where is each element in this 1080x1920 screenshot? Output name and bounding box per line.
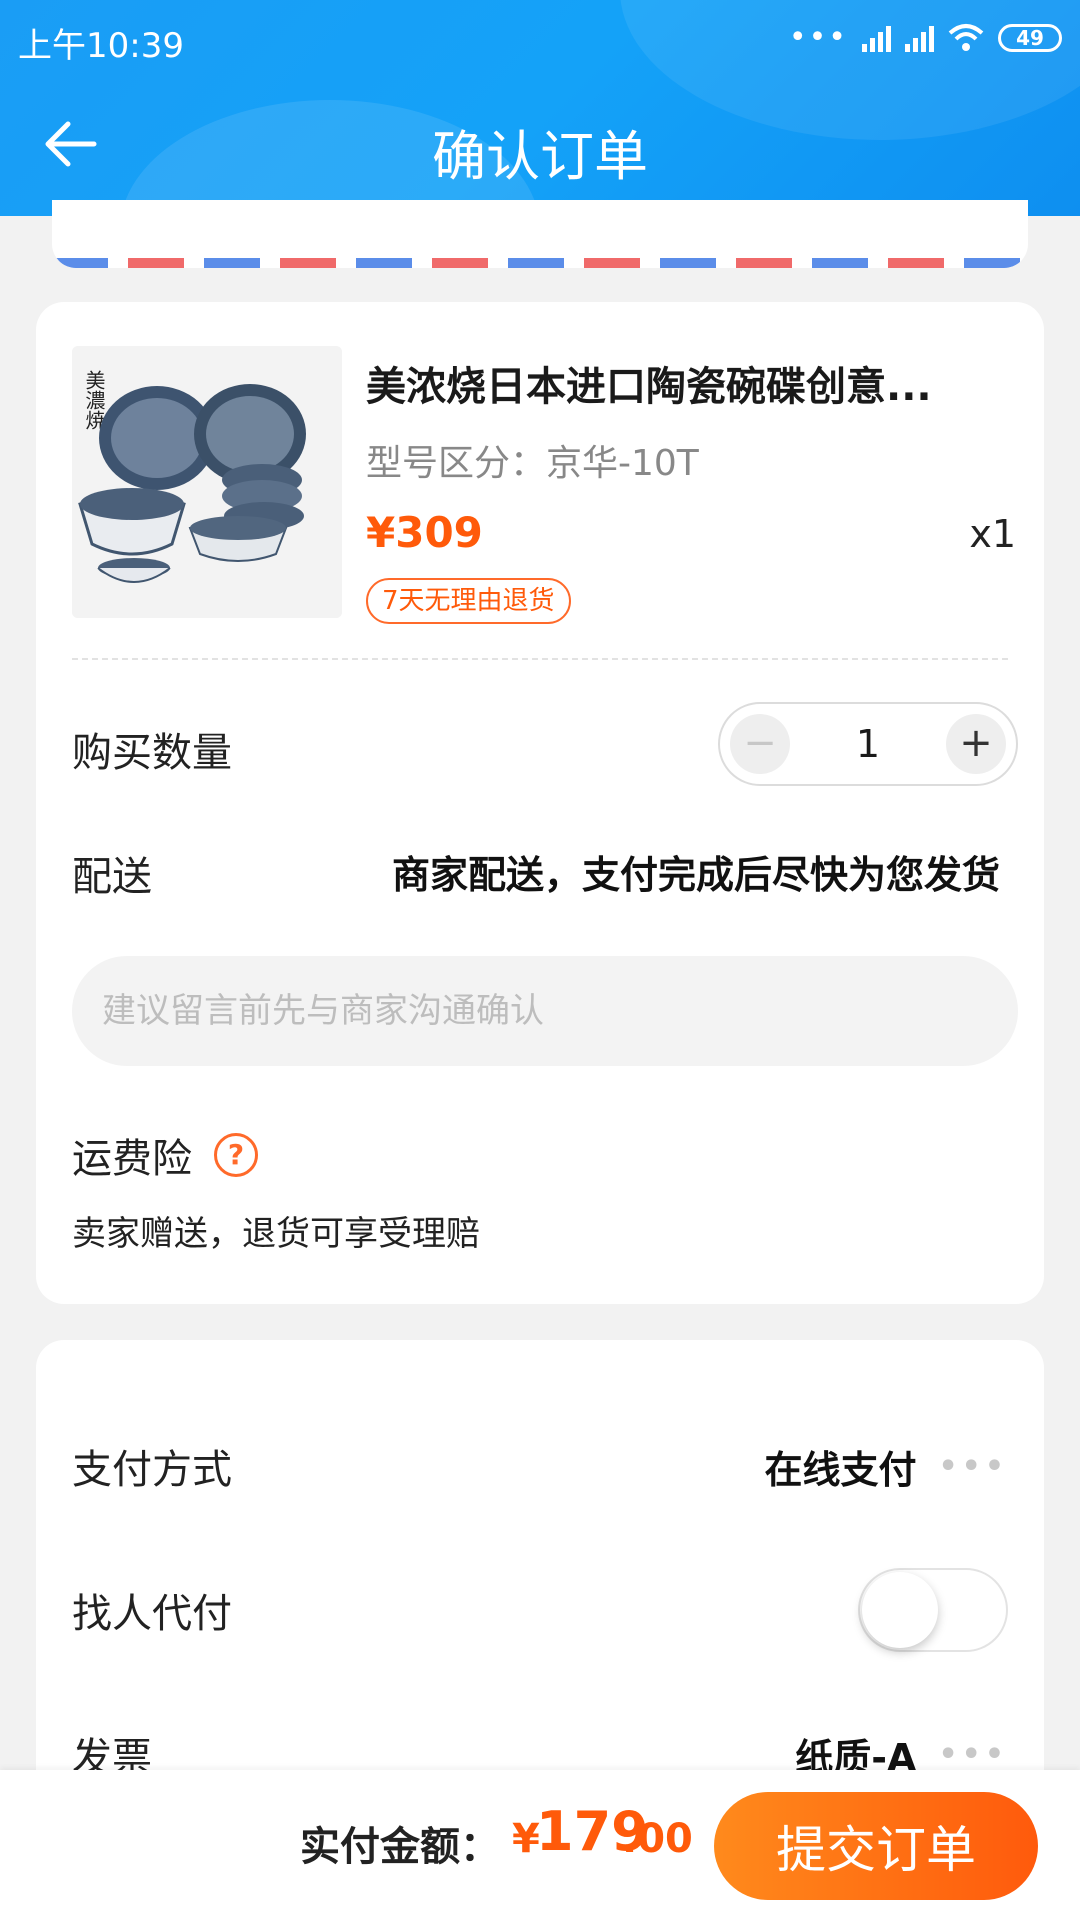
signal-icon — [905, 24, 934, 52]
payment-method-label: 支付方式 — [72, 1447, 232, 1493]
payment-method-value: 在线支付 — [764, 1447, 917, 1492]
page-title: 确认订单 — [432, 125, 648, 188]
quantity-value: 1 — [855, 722, 881, 766]
shipping-insurance-row: 运费险 ? — [72, 1126, 258, 1184]
proxy-pay-label: 找人代付 — [72, 1591, 232, 1637]
proxy-pay-toggle[interactable] — [858, 1568, 1008, 1652]
shipping-insurance-label: 运费险 — [72, 1136, 192, 1182]
divider — [72, 658, 1008, 660]
delivery-label: 配送 — [72, 854, 152, 900]
product-model: 型号区分：京华-10T — [366, 443, 699, 484]
decrease-button[interactable]: − — [730, 714, 790, 774]
submit-order-button[interactable]: 提交订单 — [714, 1792, 1038, 1900]
wifi-icon — [948, 23, 984, 51]
product-quantity: x1 — [969, 512, 1016, 556]
total-label: 实付金额： — [300, 1824, 500, 1870]
airmail-stripe — [52, 258, 1028, 268]
product-card: 美濃焼 美浓烧日本进口陶瓷碗碟创意... 型号区分：京华-10T ¥309 x1… — [36, 302, 1044, 1304]
message-input[interactable] — [72, 956, 1018, 1066]
status-bar: 上午10:39 ••• 49 — [0, 0, 1080, 80]
bowls-illustration: 美濃焼 — [72, 346, 342, 618]
quantity-stepper: − 1 + — [718, 702, 1018, 786]
shipping-insurance-desc: 卖家赠送，退货可享受理赔 — [72, 1214, 480, 1254]
product-price: ¥309 — [366, 508, 483, 557]
total-decimal: .00 — [622, 1816, 693, 1862]
header-bar: 上午10:39 ••• 49 确认订单 — [0, 0, 1080, 216]
product-title[interactable]: 美浓烧日本进口陶瓷碗碟创意... — [366, 354, 1016, 412]
more-icon[interactable]: ••• — [938, 1737, 1008, 1772]
address-card-edge[interactable] — [52, 200, 1028, 268]
notification-dots-icon: ••• — [788, 20, 848, 55]
signal-icon — [862, 24, 891, 52]
battery-icon: 49 — [998, 23, 1062, 52]
bottom-bar: 实付金额： ¥ 179 .00 提交订单 — [0, 1770, 1080, 1920]
product-image[interactable]: 美濃焼 — [72, 346, 342, 618]
help-icon[interactable]: ? — [214, 1133, 258, 1177]
delivery-value: 商家配送，支付完成后尽快为您发货 — [391, 853, 1000, 897]
message-field[interactable] — [72, 956, 1018, 1066]
payment-method-row[interactable]: 支付方式 在线支付 ••• — [72, 1426, 1008, 1506]
purchase-quantity-label: 购买数量 — [72, 730, 232, 776]
return-policy-badge: 7天无理由退货 — [366, 578, 571, 624]
toggle-knob — [862, 1572, 938, 1648]
proxy-pay-row: 找人代付 — [72, 1568, 1008, 1652]
status-icons: ••• 49 — [789, 20, 1062, 55]
status-time: 上午10:39 — [18, 26, 184, 66]
more-icon[interactable]: ••• — [938, 1449, 1008, 1484]
increase-button[interactable]: + — [946, 714, 1006, 774]
